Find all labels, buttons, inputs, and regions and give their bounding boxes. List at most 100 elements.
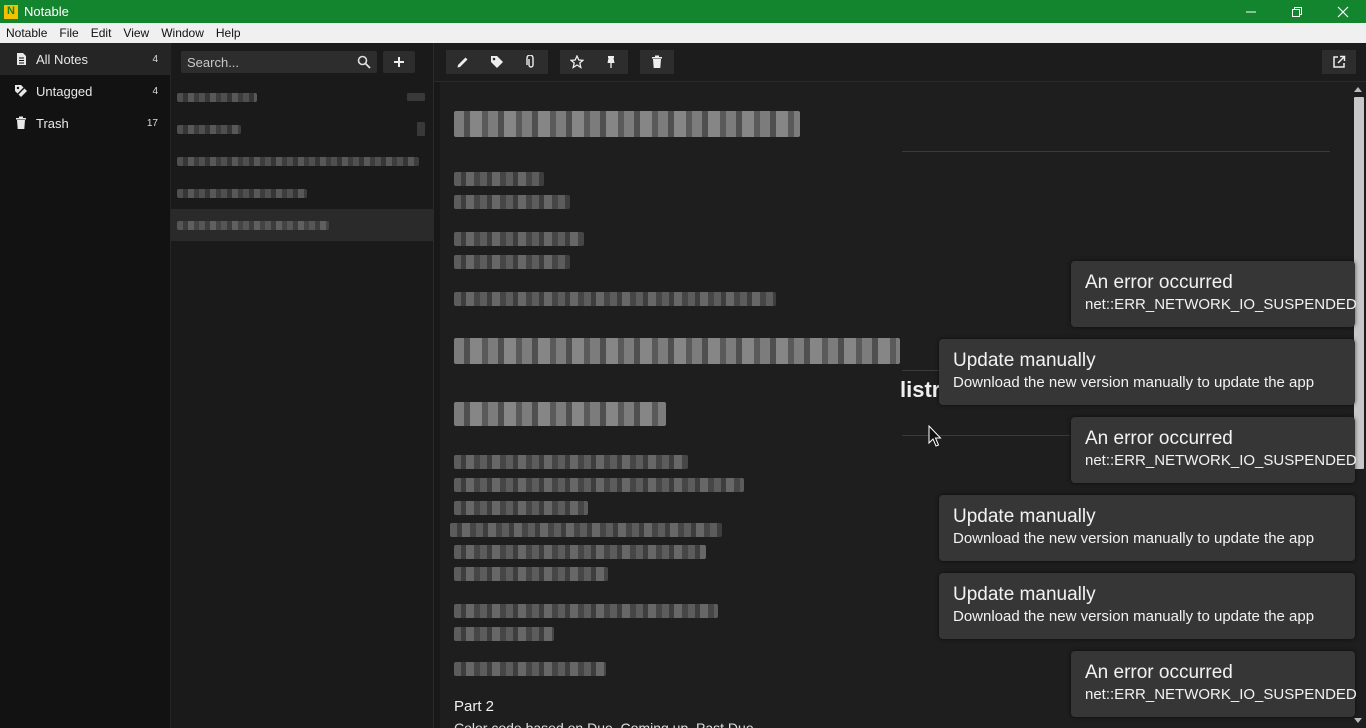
- toast-body: net::ERR_NETWORK_IO_SUSPENDED: [1085, 452, 1357, 469]
- toast-title: An error occurred: [1085, 428, 1233, 449]
- paperclip-icon: [526, 55, 534, 68]
- note-count: 17: [146, 117, 158, 129]
- pin-button[interactable]: [594, 50, 628, 74]
- note-list-item[interactable]: [171, 177, 433, 209]
- tags-button[interactable]: [480, 50, 514, 74]
- redacted-heading: [454, 111, 800, 137]
- toast-body: Download the new version manually to upd…: [953, 608, 1315, 625]
- open-external-button[interactable]: [1322, 50, 1356, 74]
- pencil-icon: [457, 57, 468, 68]
- note-list: [171, 43, 434, 728]
- delete-button[interactable]: [640, 50, 674, 74]
- update-toast[interactable]: Update manually Download the new version…: [939, 495, 1355, 561]
- toast-title: Update manually: [953, 506, 1096, 527]
- note-list-item-selected[interactable]: [171, 209, 433, 241]
- note-list-toolbar: [171, 43, 433, 81]
- redacted-note-title: [177, 156, 419, 166]
- search-icon[interactable]: [357, 55, 371, 69]
- note-state-group: [560, 50, 628, 74]
- redacted-text: [454, 501, 588, 515]
- part-heading: Part 2: [454, 698, 495, 715]
- sidebar-item-trash[interactable]: Trash 17: [0, 107, 170, 139]
- minimize-icon: [1246, 11, 1256, 12]
- notes-icon: [14, 52, 28, 66]
- redacted-note-title: [177, 92, 257, 102]
- sidebar-item-label: Trash: [36, 115, 69, 131]
- app-logo: N: [4, 4, 18, 19]
- favorite-button[interactable]: [560, 50, 594, 74]
- search-box: [181, 51, 377, 73]
- open-external-icon: [1333, 55, 1346, 68]
- untagged-icon: [14, 84, 28, 98]
- redacted-note-meta: [407, 93, 425, 101]
- minimize-button[interactable]: [1228, 0, 1274, 23]
- error-toast[interactable]: An error occurred net::ERR_NETWORK_IO_SU…: [1071, 417, 1357, 483]
- window-title: Notable: [24, 4, 69, 19]
- error-toast[interactable]: An error occurred net::ERR_NETWORK_IO_SU…: [1071, 261, 1357, 327]
- sidebar-item-label: Untagged: [36, 83, 93, 99]
- redacted-text: [454, 232, 584, 246]
- redacted-heading: [454, 338, 900, 364]
- note-list-item[interactable]: [171, 81, 433, 113]
- toast-title: Update manually: [953, 350, 1096, 371]
- new-note-button[interactable]: [383, 51, 415, 73]
- redacted-text: [454, 292, 776, 306]
- close-icon: [1337, 6, 1349, 17]
- note-list-item[interactable]: [171, 113, 433, 145]
- toast-body: net::ERR_NETWORK_IO_SUSPENDED: [1085, 296, 1357, 313]
- scroll-thumb[interactable]: [1354, 97, 1364, 469]
- menu-view[interactable]: View: [117, 26, 155, 40]
- window-controls: [1228, 0, 1366, 23]
- restore-button[interactable]: [1274, 0, 1320, 23]
- note-count: 4: [152, 85, 158, 97]
- redacted-text: [454, 627, 554, 641]
- menu-edit[interactable]: Edit: [85, 26, 118, 40]
- redacted-note-title: [177, 220, 329, 230]
- delete-group: [640, 50, 674, 74]
- part-subline: Color code based on Due, Coming up, Past…: [454, 720, 754, 728]
- redacted-text: [454, 478, 744, 492]
- title-bar: N Notable: [0, 0, 1366, 23]
- redacted-text: [454, 567, 608, 581]
- editor-toolbar: [434, 43, 1366, 82]
- menu-file[interactable]: File: [53, 26, 84, 40]
- redacted-text: [454, 195, 570, 209]
- toast-title: An error occurred: [1085, 272, 1233, 293]
- update-toast[interactable]: Update manually Download the new version…: [939, 339, 1355, 405]
- note-list-item[interactable]: [171, 145, 433, 177]
- toast-title: An error occurred: [1085, 662, 1233, 683]
- close-button[interactable]: [1320, 0, 1366, 23]
- redacted-note-meta: [417, 122, 425, 136]
- menu-window[interactable]: Window: [155, 26, 210, 40]
- update-toast[interactable]: Update manually Download the new version…: [939, 573, 1355, 639]
- note-count: 4: [152, 53, 158, 65]
- sidebar-item-untagged[interactable]: Untagged 4: [0, 75, 170, 107]
- redacted-text: [454, 604, 718, 618]
- scroll-down-icon[interactable]: [1353, 716, 1363, 724]
- toast-title: Update manually: [953, 584, 1096, 605]
- edit-tools-group: [446, 50, 548, 74]
- sidebar-item-all-notes[interactable]: All Notes 4: [0, 43, 170, 75]
- scroll-up-icon[interactable]: [1353, 86, 1363, 94]
- pin-icon: [607, 56, 615, 68]
- tag-icon: [491, 56, 503, 68]
- menu-bar: Notable File Edit View Window Help: [0, 23, 1366, 43]
- error-toast[interactable]: An error occurred net::ERR_NETWORK_IO_SU…: [1071, 651, 1357, 717]
- redacted-note-title: [177, 124, 241, 134]
- mouse-cursor-icon: [928, 425, 942, 447]
- edit-button[interactable]: [446, 50, 480, 74]
- toast-body: net::ERR_NETWORK_IO_SUSPENDED: [1085, 686, 1357, 703]
- attachments-button[interactable]: [514, 50, 548, 74]
- editor-gutter: [434, 82, 440, 728]
- redacted-text: [454, 662, 606, 676]
- redacted-text: [454, 545, 706, 559]
- redacted-text: [450, 523, 722, 537]
- search-input[interactable]: [181, 53, 349, 71]
- heading-rule: [902, 370, 940, 371]
- redacted-text: [454, 255, 570, 269]
- menu-help[interactable]: Help: [210, 26, 247, 40]
- heading-fragment: listr: [900, 377, 941, 402]
- menu-notable[interactable]: Notable: [0, 26, 53, 40]
- redacted-text: [454, 172, 544, 186]
- redacted-heading: [454, 402, 666, 426]
